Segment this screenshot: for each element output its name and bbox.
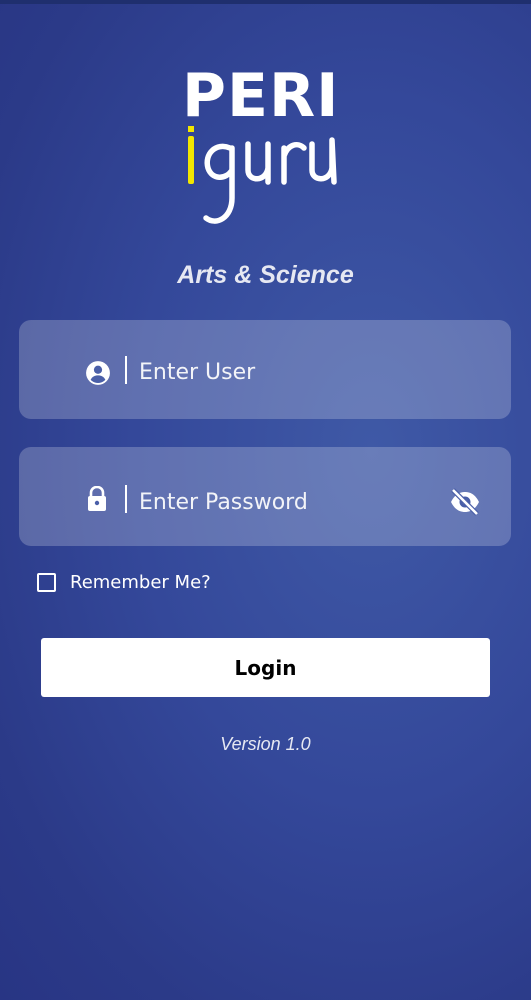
logo-text-peri: PERI bbox=[182, 61, 340, 131]
login-button[interactable]: Login bbox=[41, 638, 490, 697]
remember-me[interactable]: Remember Me? bbox=[37, 570, 211, 594]
remember-me-label: Remember Me? bbox=[70, 571, 211, 593]
app-version: Version 1.0 bbox=[220, 734, 311, 754]
eye-off-icon[interactable] bbox=[449, 488, 481, 516]
account-circle-icon bbox=[86, 361, 110, 385]
remember-me-checkbox[interactable] bbox=[37, 572, 56, 592]
peri-iguru-logo: PERI bbox=[180, 66, 360, 236]
logo-text-iguru bbox=[188, 126, 337, 224]
field-divider bbox=[125, 485, 127, 513]
user-input-field[interactable]: Enter User bbox=[19, 320, 511, 419]
college-tagline: Arts & Science bbox=[177, 261, 354, 289]
user-input[interactable]: Enter User bbox=[139, 358, 255, 388]
field-divider bbox=[125, 356, 127, 384]
lock-icon bbox=[88, 486, 106, 511]
password-input-field[interactable]: Enter Password bbox=[19, 447, 511, 546]
password-input[interactable]: Enter Password bbox=[139, 488, 308, 518]
status-bar-strip bbox=[0, 0, 531, 4]
